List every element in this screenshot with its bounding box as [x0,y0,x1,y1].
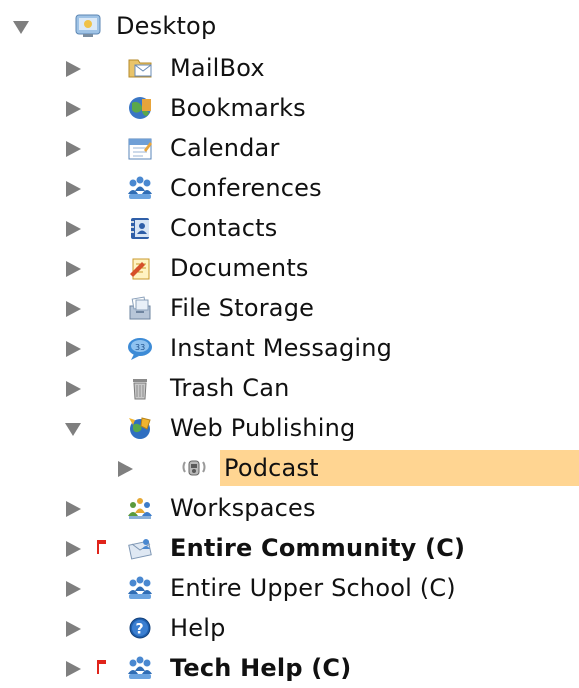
conferences-people-icon [126,654,154,682]
disclosure-collapsed-icon[interactable] [64,220,82,238]
tree-item-label: Trash Can [170,374,290,402]
tree-item-web-publishing[interactable]: Web Publishing [0,408,579,448]
tree-item-conferences[interactable]: Conferences [0,168,579,208]
tree-item-calendar[interactable]: Calendar [0,128,579,168]
podcast-icon [180,454,208,482]
disclosure-collapsed-icon[interactable] [64,660,82,678]
tree-item-tech-help[interactable]: Tech Help (C) [0,648,579,688]
tree-item-desktop[interactable]: Desktop [0,6,579,46]
disclosure-collapsed-icon[interactable] [64,260,82,278]
disclosure-expanded-icon[interactable] [12,18,30,36]
community-icon [126,534,154,562]
tree-item-label: Bookmarks [170,94,306,122]
tree-item-label: MailBox [170,54,265,82]
tree-item-label: File Storage [170,294,315,322]
documents-icon [126,254,154,282]
conferences-people-icon [126,174,154,202]
instant-messaging-icon: 33 [126,334,154,362]
mailbox-icon [126,54,154,82]
tree-item-label: Calendar [170,134,280,162]
disclosure-expanded-icon[interactable] [64,420,82,438]
tree-item-podcast[interactable]: Podcast [0,448,579,488]
tree-item-label: Contacts [170,214,278,242]
desktop-icon [74,12,102,40]
tree-item-mailbox[interactable]: MailBox [0,48,579,88]
trash-can-icon [126,374,154,402]
tree-item-entire-community[interactable]: Entire Community (C) [0,528,579,568]
red-flag-icon [97,659,107,674]
disclosure-collapsed-icon[interactable] [64,180,82,198]
tree-item-workspaces[interactable]: Workspaces [0,488,579,528]
tree-item-label: Web Publishing [170,414,356,442]
svg-text:33: 33 [135,343,145,352]
disclosure-collapsed-icon[interactable] [64,60,82,78]
disclosure-collapsed-icon[interactable] [64,140,82,158]
tree-item-trash-can[interactable]: Trash Can [0,368,579,408]
tree-item-label: Documents [170,254,309,282]
conferences-people-icon [126,574,154,602]
tree-item-documents[interactable]: Documents [0,248,579,288]
tree-item-label: Help [170,614,226,642]
tree-item-label: Podcast [224,454,319,482]
disclosure-collapsed-icon[interactable] [64,100,82,118]
disclosure-collapsed-icon[interactable] [64,540,82,558]
tree-item-label: Tech Help (C) [170,654,352,682]
disclosure-collapsed-icon[interactable] [64,580,82,598]
help-icon: ? [126,614,154,642]
tree-item-label: Entire Upper School (C) [170,574,456,602]
tree-item-contacts[interactable]: Contacts [0,208,579,248]
red-flag-icon [97,539,107,554]
tree-item-instant-messaging[interactable]: 33 Instant Messaging [0,328,579,368]
file-storage-icon [126,294,154,322]
disclosure-collapsed-icon[interactable] [64,380,82,398]
tree-item-label: Workspaces [170,494,316,522]
bookmarks-globe-icon [126,94,154,122]
tree-item-file-storage[interactable]: File Storage [0,288,579,328]
svg-text:?: ? [136,622,144,638]
tree-item-entire-upper-school[interactable]: Entire Upper School (C) [0,568,579,608]
workspaces-icon [126,494,154,522]
disclosure-collapsed-icon[interactable] [116,460,134,478]
tree-item-help[interactable]: ? Help [0,608,579,648]
disclosure-collapsed-icon[interactable] [64,300,82,318]
calendar-icon [126,134,154,162]
tree-item-label: Conferences [170,174,322,202]
tree-item-label: Desktop [116,12,217,40]
tree-item-bookmarks[interactable]: Bookmarks [0,88,579,128]
disclosure-collapsed-icon[interactable] [64,620,82,638]
contacts-icon [126,214,154,242]
tree-item-label: Instant Messaging [170,334,393,362]
disclosure-collapsed-icon[interactable] [64,500,82,518]
tree-item-label: Entire Community (C) [170,534,466,562]
folder-tree: Desktop MailBox Bookmarks Calendar Confe… [0,0,579,685]
disclosure-collapsed-icon[interactable] [64,340,82,358]
web-publishing-icon [126,414,154,442]
